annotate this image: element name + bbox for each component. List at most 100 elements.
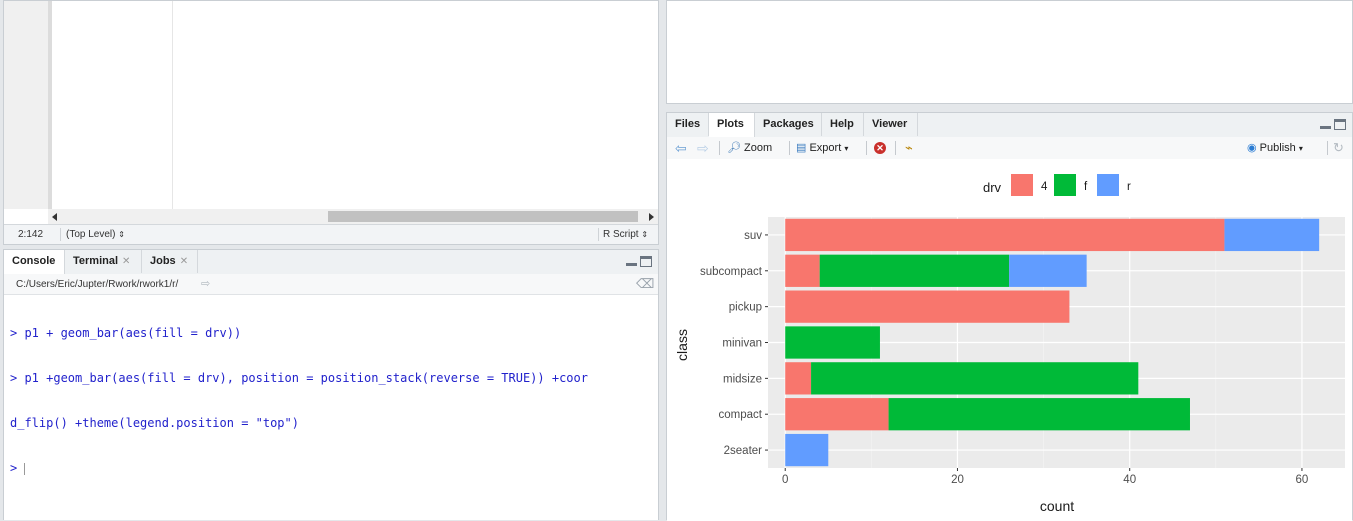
legend-key: [1097, 174, 1119, 196]
zoom-label: Zoom: [744, 142, 773, 154]
tab-packages[interactable]: Packages: [755, 113, 822, 136]
zoom-icon: 🔎︎: [727, 142, 741, 154]
y-axis-label: class: [674, 329, 690, 361]
updown-icon: ⇕: [118, 230, 125, 239]
scrollbar-thumb[interactable]: [328, 211, 638, 222]
refresh-icon[interactable]: ↻: [1333, 140, 1344, 156]
export-button[interactable]: ▤ Export ▾: [796, 140, 848, 156]
publish-button[interactable]: ◉ Publish ▾: [1247, 140, 1303, 156]
dropdown-arrow-icon: ▾: [844, 144, 849, 153]
y-tick-label: suv: [744, 230, 762, 242]
pane-window-controls: [626, 256, 652, 267]
legend-label: r: [1127, 181, 1131, 193]
x-tick-label: 40: [1123, 474, 1136, 486]
toolbar-separator: [789, 141, 790, 155]
minimize-icon[interactable]: [1320, 119, 1331, 129]
x-tick-label: 60: [1296, 474, 1309, 486]
tab-label: Terminal: [73, 255, 119, 267]
console-line: d_flip() +theme(legend.position = "top"): [10, 416, 299, 430]
tab-label: Console: [12, 255, 56, 267]
remove-plot-icon[interactable]: ✕: [874, 142, 886, 154]
y-tick-label: 2seater: [724, 445, 763, 457]
editor-gutter: [4, 1, 48, 209]
tab-viewer[interactable]: Viewer: [864, 113, 918, 136]
bar-segment: [1224, 218, 1320, 252]
publish-icon: ◉: [1247, 142, 1257, 154]
cursor-position: 2:142: [18, 229, 44, 240]
y-tick-label: minivan: [722, 338, 762, 350]
clear-console-icon[interactable]: ⌫: [636, 276, 654, 292]
legend-title: drv: [983, 180, 1002, 195]
scroll-right-arrow-icon[interactable]: [649, 213, 654, 221]
scope-selector[interactable]: (Top Level) ⇕: [66, 229, 125, 240]
bar-segment: [811, 362, 1139, 395]
toolbar-separator: [866, 141, 867, 155]
bar-segment: [888, 398, 1190, 431]
close-icon[interactable]: ✕: [180, 256, 188, 267]
plots-tabbar: Files Plots Packages Help Viewer: [667, 113, 1352, 138]
tab-label: Files: [675, 118, 701, 130]
tab-help[interactable]: Help: [822, 113, 864, 136]
plot-chart: drv 4fr suvsubcompactpickupminivanmidsiz…: [667, 159, 1352, 521]
forward-arrow-icon[interactable]: ⇨: [697, 140, 709, 156]
bar-segment: [785, 218, 1225, 252]
dropdown-arrow-icon: ▾: [1298, 144, 1303, 153]
tab-console[interactable]: Console: [4, 250, 65, 274]
maximize-icon[interactable]: [640, 256, 652, 267]
file-type-selector[interactable]: R Script ⇕: [603, 229, 648, 240]
tab-files[interactable]: Files: [667, 113, 709, 136]
editor-gutter-shadow: [48, 1, 52, 209]
tab-terminal[interactable]: Terminal ✕: [65, 250, 142, 273]
x-tick-label: 0: [782, 474, 788, 486]
legend-key: [1054, 174, 1076, 196]
y-tick-label: compact: [719, 409, 763, 421]
toolbar-separator: [1327, 141, 1328, 155]
console-line: > p1 +geom_bar(aes(fill = drv), position…: [10, 371, 588, 385]
tab-jobs[interactable]: Jobs ✕: [142, 250, 198, 273]
bar-segment: [785, 433, 829, 467]
bar-segment: [1009, 254, 1087, 287]
x-tick-label: 20: [951, 474, 964, 486]
close-icon[interactable]: ✕: [122, 256, 130, 267]
broom-clear-icon[interactable]: ⌁: [905, 140, 913, 156]
legend-key: [1011, 174, 1033, 196]
maximize-icon[interactable]: [1334, 119, 1346, 130]
publish-label: Publish: [1259, 142, 1296, 154]
goto-directory-icon[interactable]: ⇨: [201, 277, 210, 290]
tab-label: Plots: [717, 118, 744, 130]
zoom-button[interactable]: 🔎︎ Zoom: [727, 140, 772, 156]
toolbar-separator: [719, 141, 720, 155]
text-cursor: [24, 462, 26, 475]
plots-toolbar: ⇦ ⇨ 🔎︎ Zoom ▤ Export ▾ ✕ ⌁ ◉ Publish ▾ ↻: [667, 137, 1352, 160]
scope-label: (Top Level): [66, 229, 116, 240]
console-line: > p1 + geom_bar(aes(fill = drv)): [10, 326, 242, 340]
bar-segment: [785, 326, 880, 359]
console-pane: Console Terminal ✕ Jobs ✕ C:/Users/Eric/Ju…: [3, 249, 659, 520]
editor-text-area[interactable]: [53, 1, 657, 209]
pane-window-controls: [1320, 119, 1346, 130]
y-tick-label: midsize: [723, 373, 762, 385]
tab-plots[interactable]: Plots: [709, 113, 755, 137]
files-plots-pane: Files Plots Packages Help Viewer ⇦ ⇨ 🔎︎ …: [666, 112, 1353, 521]
source-editor-pane: 2:142 (Top Level) ⇕ R Script ⇕: [3, 0, 659, 245]
tab-label: Jobs: [150, 255, 176, 267]
updown-icon: ⇕: [641, 230, 649, 239]
console-prompt: >: [10, 461, 18, 475]
console-path-bar: C:/Users/Eric/Jupter/Rwork/rwork1/r/ ⇨ ⌫: [4, 274, 658, 295]
console-output[interactable]: > p1 + geom_bar(aes(fill = drv)) > p1 +g…: [10, 296, 656, 506]
editor-status-bar: 2:142 (Top Level) ⇕ R Script ⇕: [4, 224, 658, 244]
horizontal-scrollbar[interactable]: [48, 209, 658, 224]
console-prompt-line: >: [10, 461, 656, 476]
minimize-icon[interactable]: [626, 256, 637, 266]
tab-label: Viewer: [872, 118, 908, 130]
toolbar-separator: [895, 141, 896, 155]
y-tick-label: subcompact: [700, 266, 763, 278]
back-arrow-icon[interactable]: ⇦: [675, 140, 687, 156]
bar-segment: [785, 362, 812, 395]
file-type-label: R Script: [603, 229, 639, 240]
bar-segment: [785, 398, 889, 431]
x-axis-label: count: [1040, 498, 1074, 514]
scroll-left-arrow-icon[interactable]: [52, 213, 57, 221]
export-label: Export: [809, 142, 842, 154]
environment-pane: [666, 0, 1353, 104]
